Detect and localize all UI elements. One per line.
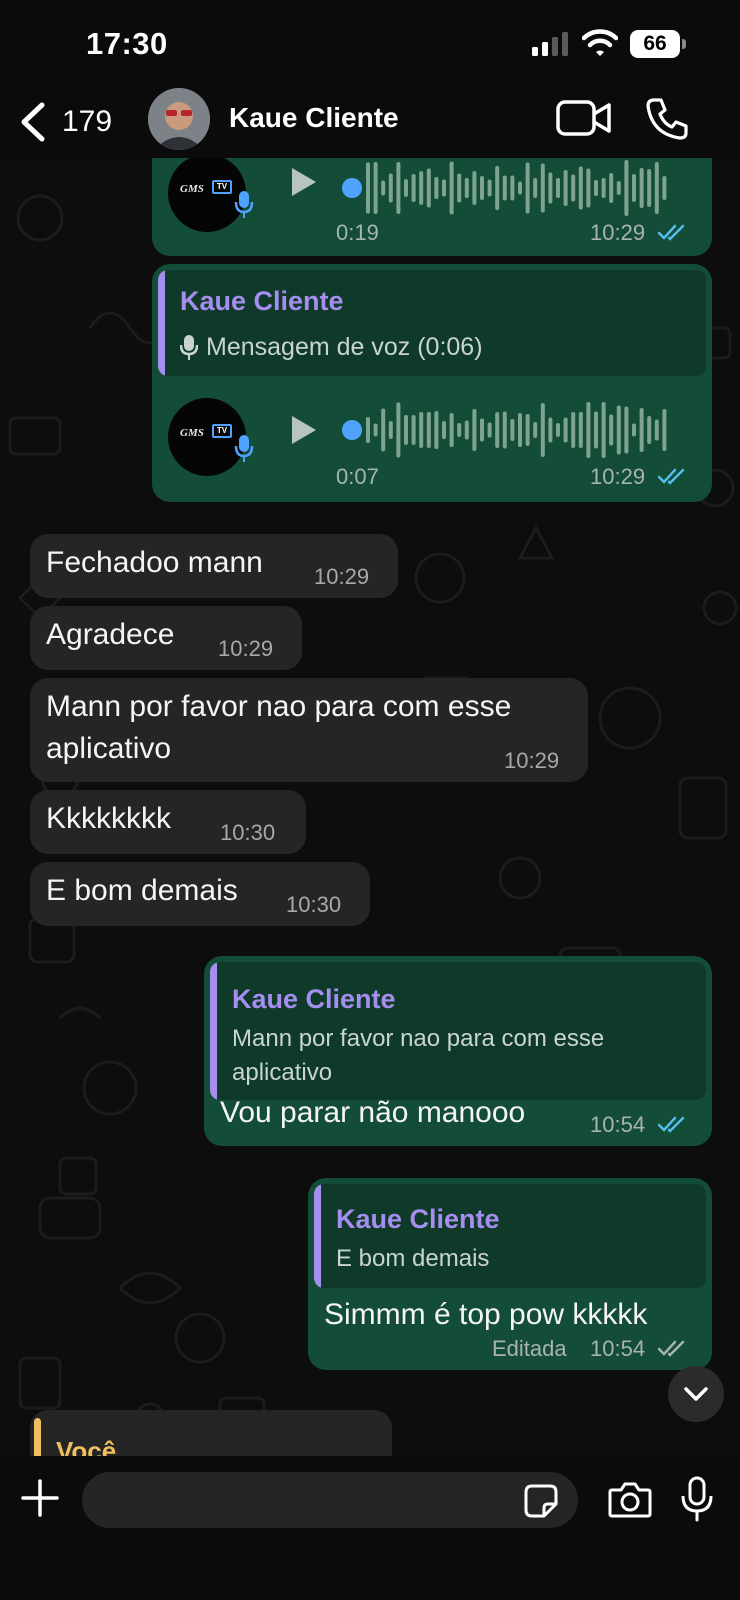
microphone-icon (234, 191, 254, 218)
contact-avatar[interactable] (148, 88, 210, 150)
scroll-to-bottom-button[interactable] (668, 1366, 724, 1422)
message-time: 10:29 (590, 464, 646, 489)
message-text: Simmm é top pow kkkkk (324, 1298, 648, 1331)
unread-count: 179 (62, 105, 113, 138)
voice-duration: 0:07 (336, 464, 379, 489)
outgoing-message-reply[interactable]: Kaue Cliente E bom demais Simmm é top po… (308, 1178, 712, 1370)
quoted-sender: Kaue Cliente (336, 1204, 500, 1234)
message-input[interactable] (82, 1472, 578, 1528)
incoming-message[interactable]: Agradece 10:29 (30, 606, 302, 670)
microphone-icon (234, 435, 254, 462)
quoted-message[interactable]: Kaue Cliente Mann por favor nao para com… (210, 962, 706, 1100)
message-time: 10:29 (590, 220, 646, 245)
microphone-icon[interactable] (680, 1476, 714, 1522)
quoted-sender: Você (56, 1436, 117, 1456)
message-text: E bom demais (46, 874, 238, 907)
status-time: 17:30 (86, 26, 168, 61)
chat-header: 179 Kaue Cliente (0, 88, 740, 158)
signal-icon (532, 32, 568, 56)
voice-message[interactable]: GMS TV 0:19 10:29 (152, 158, 712, 256)
edited-label: Editada (492, 1336, 567, 1361)
message-text: Fechadoo mann (46, 546, 263, 579)
message-time: 10:54 (590, 1336, 646, 1361)
chat-messages[interactable]: GMS TV 0:19 10:29 Kaue Cliente Mensagem … (0, 158, 740, 1456)
waveform[interactable] (340, 158, 680, 220)
waveform[interactable] (340, 398, 680, 462)
incoming-message[interactable]: Mann por favor nao para com esse aplicat… (30, 678, 588, 782)
voice-duration: 0:19 (336, 220, 379, 245)
message-text: Agradece (46, 618, 175, 651)
microphone-icon (180, 335, 198, 360)
avatar-photo (148, 88, 210, 150)
back-button[interactable]: 179 (18, 94, 128, 150)
battery-level: 66 (643, 32, 667, 55)
status-bar: 17:30 66 (0, 0, 740, 88)
quoted-text-line: aplicativo (232, 1059, 333, 1086)
battery-icon: 66 (630, 30, 686, 58)
quoted-sender: Kaue Cliente (180, 286, 344, 316)
quoted-message[interactable]: Kaue Cliente E bom demais (314, 1184, 706, 1288)
plus-icon[interactable] (20, 1478, 60, 1518)
incoming-message[interactable]: E bom demais 10:30 (30, 862, 370, 926)
play-icon[interactable] (288, 166, 318, 198)
message-time: 10:30 (286, 892, 342, 917)
message-text-line: Mann por favor nao para com esse (46, 690, 512, 723)
incoming-message[interactable]: Fechadoo mann 10:29 (30, 534, 398, 598)
incoming-message[interactable]: Kkkkkkkk 10:30 (30, 790, 306, 854)
double-check-icon (658, 1340, 685, 1357)
message-time: 10:29 (314, 564, 370, 589)
chevron-down-icon (684, 1387, 708, 1401)
double-check-icon (658, 468, 685, 485)
quoted-text-line: Mann por favor nao para com esse (232, 1025, 605, 1052)
quoted-text: E bom demais (336, 1245, 490, 1272)
message-composer (0, 1456, 740, 1600)
sticker-icon[interactable] (524, 1484, 558, 1518)
voice-message-reply[interactable]: Kaue Cliente Mensagem de voz (0:06) GMS … (152, 264, 712, 502)
phone-icon[interactable] (644, 96, 690, 142)
quoted-message[interactable]: Kaue Cliente Mensagem de voz (0:06) (158, 270, 706, 376)
chevron-left-icon (21, 102, 45, 142)
incoming-message-reply[interactable]: Você (30, 1410, 392, 1456)
message-text: Kkkkkkkk (46, 802, 172, 835)
quoted-sender: Kaue Cliente (232, 984, 396, 1014)
message-text: Vou parar não manooo (220, 1096, 526, 1129)
message-time: 10:30 (220, 820, 276, 845)
wifi-icon (582, 29, 618, 56)
message-time: 10:29 (218, 636, 274, 661)
contact-name[interactable]: Kaue Cliente (229, 102, 399, 134)
camera-icon[interactable] (608, 1480, 652, 1520)
video-camera-icon[interactable] (556, 98, 612, 138)
message-time: 10:54 (590, 1112, 646, 1137)
message-text-line: aplicativo (46, 732, 172, 765)
quoted-text: Mensagem de voz (0:06) (206, 333, 483, 361)
message-time: 10:29 (504, 748, 560, 773)
double-check-icon (658, 1116, 685, 1133)
outgoing-message-reply[interactable]: Kaue Cliente Mann por favor nao para com… (204, 956, 712, 1146)
double-check-icon (658, 224, 685, 241)
play-icon[interactable] (288, 414, 318, 446)
